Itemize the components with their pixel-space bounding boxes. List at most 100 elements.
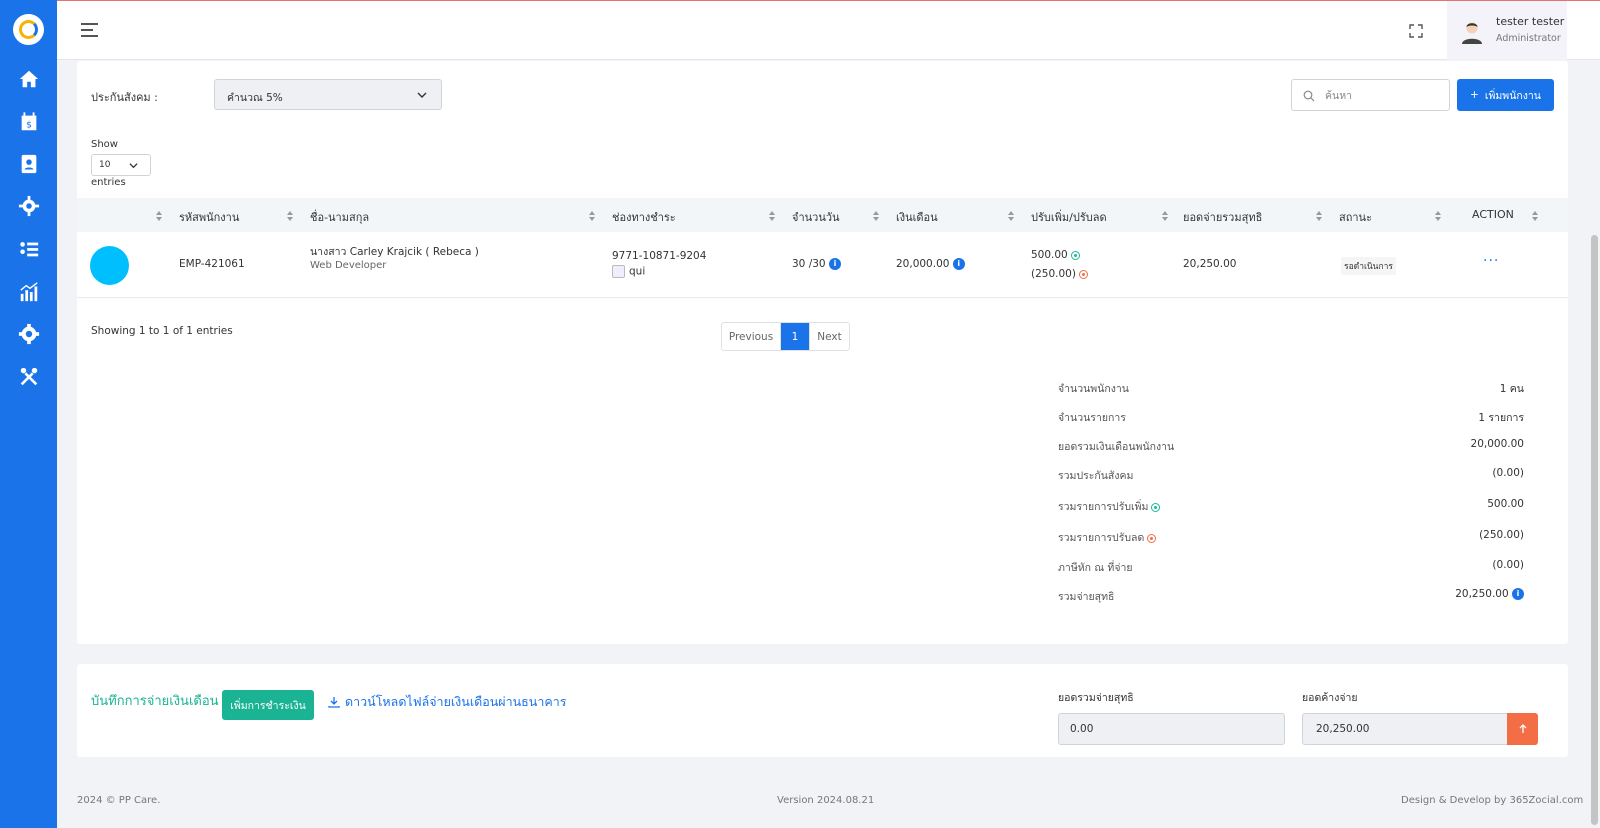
sort-icon[interactable] [873,211,879,221]
sort-icon[interactable] [1008,211,1014,221]
summary-label: รวมจ่ายสุทธิ [1058,591,1115,603]
download-icon [328,697,340,708]
summary-value: 20,250.00 i [1455,588,1524,600]
column-header-status[interactable]: สถานะ [1339,208,1372,226]
sort-icon[interactable] [1532,211,1538,221]
add-employee-label: เพิ่มพนักงาน [1484,89,1541,102]
sort-icon[interactable] [156,211,162,221]
info-icon[interactable]: i [952,258,965,270]
total-paid-field: 0.00 [1058,713,1285,745]
fullscreen-icon[interactable] [1409,24,1423,38]
summary-value: (0.00) [1492,467,1524,479]
sort-icon[interactable] [1316,211,1322,221]
social-security-value: คำนวณ 5% [227,92,283,104]
summary-label: ยอดรวมเงินเดือนพนักงาน [1058,441,1175,453]
summary-label: รวมรายการปรับเพิ่ม [1058,498,1161,515]
social-security-select[interactable]: คำนวณ 5% [214,79,442,110]
increase-icon [1070,250,1080,260]
entries-select[interactable]: 10 [91,154,151,176]
employee-name: นางสาว Carley Krajcik ( Rebeca ) [310,246,479,258]
net-pay: 20,250.00 [1183,258,1237,270]
pagination: Previous 1 Next [721,322,850,351]
summary-value: (0.00) [1492,559,1524,571]
work-days: 30 /30 i [792,258,841,270]
next-page-button[interactable]: Next [809,323,849,350]
footer-credit[interactable]: Design & Develop by 365Zocial.com [1401,795,1583,806]
chevron-down-icon [129,163,138,169]
sort-icon[interactable] [287,211,293,221]
plus-icon: + [1470,89,1479,101]
add-employee-button[interactable]: + เพิ่มพนักงาน [1457,79,1554,111]
home-icon[interactable] [17,67,41,91]
info-icon[interactable]: i [1512,588,1524,600]
user-avatar [1462,22,1482,44]
summary-label: จำนวนรายการ [1058,412,1126,424]
table-header: รหัสพนักงาน ชื่อ-นามสกุล ช่องทางชำระ จำน… [77,198,1568,232]
increase-value: 500.00 [1031,249,1068,261]
contacts-icon[interactable] [17,152,41,176]
sort-icon[interactable] [589,211,595,221]
total-paid-label: ยอดรวมจ่ายสุทธิ [1058,692,1134,704]
summary-label: จำนวนพนักงาน [1058,383,1129,395]
bank-logo-icon [612,265,625,278]
payroll-table: รหัสพนักงาน ชื่อ-นามสกุล ช่องทางชำระ จำน… [77,198,1568,298]
sidebar: $ [0,0,57,828]
column-header-adjustment[interactable]: ปรับเพิ่ม/ปรับลด [1031,208,1107,226]
summary-value: 1 คน [1499,383,1524,395]
summary-item-count: จำนวนรายการ 1 รายการ [1058,409,1524,425]
page-1-button[interactable]: 1 [781,323,809,350]
sort-icon[interactable] [1162,211,1168,221]
chart-icon[interactable] [17,280,41,304]
app-logo[interactable] [13,14,44,45]
search-input[interactable] [1325,87,1440,104]
sort-icon[interactable] [769,211,775,221]
sort-icon[interactable] [1435,211,1441,221]
menu-toggle-icon[interactable] [81,23,98,41]
column-header-payment-channel[interactable]: ช่องทางชำระ [612,208,676,226]
outstanding-field: 20,250.00 [1302,713,1507,745]
row-actions-icon[interactable]: ··· [1483,253,1499,269]
list-users-icon[interactable] [17,237,41,261]
summary-label-text: รวมรายการปรับลด [1058,532,1145,544]
increase: 500.00 [1031,249,1080,261]
download-bank-file-link[interactable]: ดาวน์โหลดไฟล์จ่ายเงินเดือนผ่านธนาคาร [328,692,566,712]
decrease-icon [1147,533,1157,543]
user-role: Administrator [1496,33,1561,44]
account-number: 9771-10871-9204 [612,250,707,262]
tools-icon[interactable] [17,365,41,389]
column-header-emp-code[interactable]: รหัสพนักงาน [179,208,239,226]
scrollbar-thumb[interactable] [1591,235,1598,825]
summary-label: ภาษีหัก ณ ที่จ่าย [1058,562,1133,574]
salary-calendar-icon[interactable]: $ [17,110,41,134]
summary-value: 1 รายการ [1478,412,1524,424]
download-label: ดาวน์โหลดไฟล์จ่ายเงินเดือนผ่านธนาคาร [345,694,567,709]
decrease: (250.00) [1031,268,1088,280]
user-menu[interactable]: tester tester Administrator [1447,1,1567,60]
column-header-salary[interactable]: เงินเดือน [896,208,938,226]
summary-value: 500.00 [1487,498,1524,510]
info-icon[interactable]: i [828,258,841,270]
salary-value: 20,000.00 [896,258,950,270]
summary-social-security: รวมประกันสังคม (0.00) [1058,467,1524,483]
summary-employee-count: จำนวนพนักงาน 1 คน [1058,380,1524,396]
summary-label-text: รวมรายการปรับเพิ่ม [1058,501,1149,513]
showing-entries: Showing 1 to 1 of 1 entries [91,325,233,337]
add-payment-button[interactable]: เพิ่มการชำระเงิน [222,690,314,720]
column-header-net[interactable]: ยอดจ่ายรวมสุทธิ [1183,208,1262,226]
status-badge: รอดำเนินการ [1341,257,1396,275]
previous-page-button[interactable]: Previous [722,323,781,350]
settings-icon[interactable] [17,322,41,346]
summary-total-decrease: รวมรายการปรับลด (250.00) [1058,529,1524,545]
table-row[interactable]: EMP-421061 นางสาว Carley Krajcik ( Rebec… [77,232,1568,298]
summary-label: รวมรายการปรับลด [1058,529,1157,546]
summary-value-text: 20,250.00 [1455,588,1509,600]
gears-icon[interactable] [17,194,41,218]
search-box[interactable] [1291,79,1450,111]
summary-value: 20,000.00 [1470,438,1524,450]
summary-total-increase: รวมรายการปรับเพิ่ม 500.00 [1058,498,1524,514]
arrow-up-button[interactable] [1507,713,1538,745]
footer-version: Version 2024.08.21 [777,795,875,806]
top-bar: tester tester Administrator [57,0,1600,60]
column-header-days[interactable]: จำนวนวัน [792,208,840,226]
column-header-name[interactable]: ชื่อ-นามสกุล [310,208,369,226]
